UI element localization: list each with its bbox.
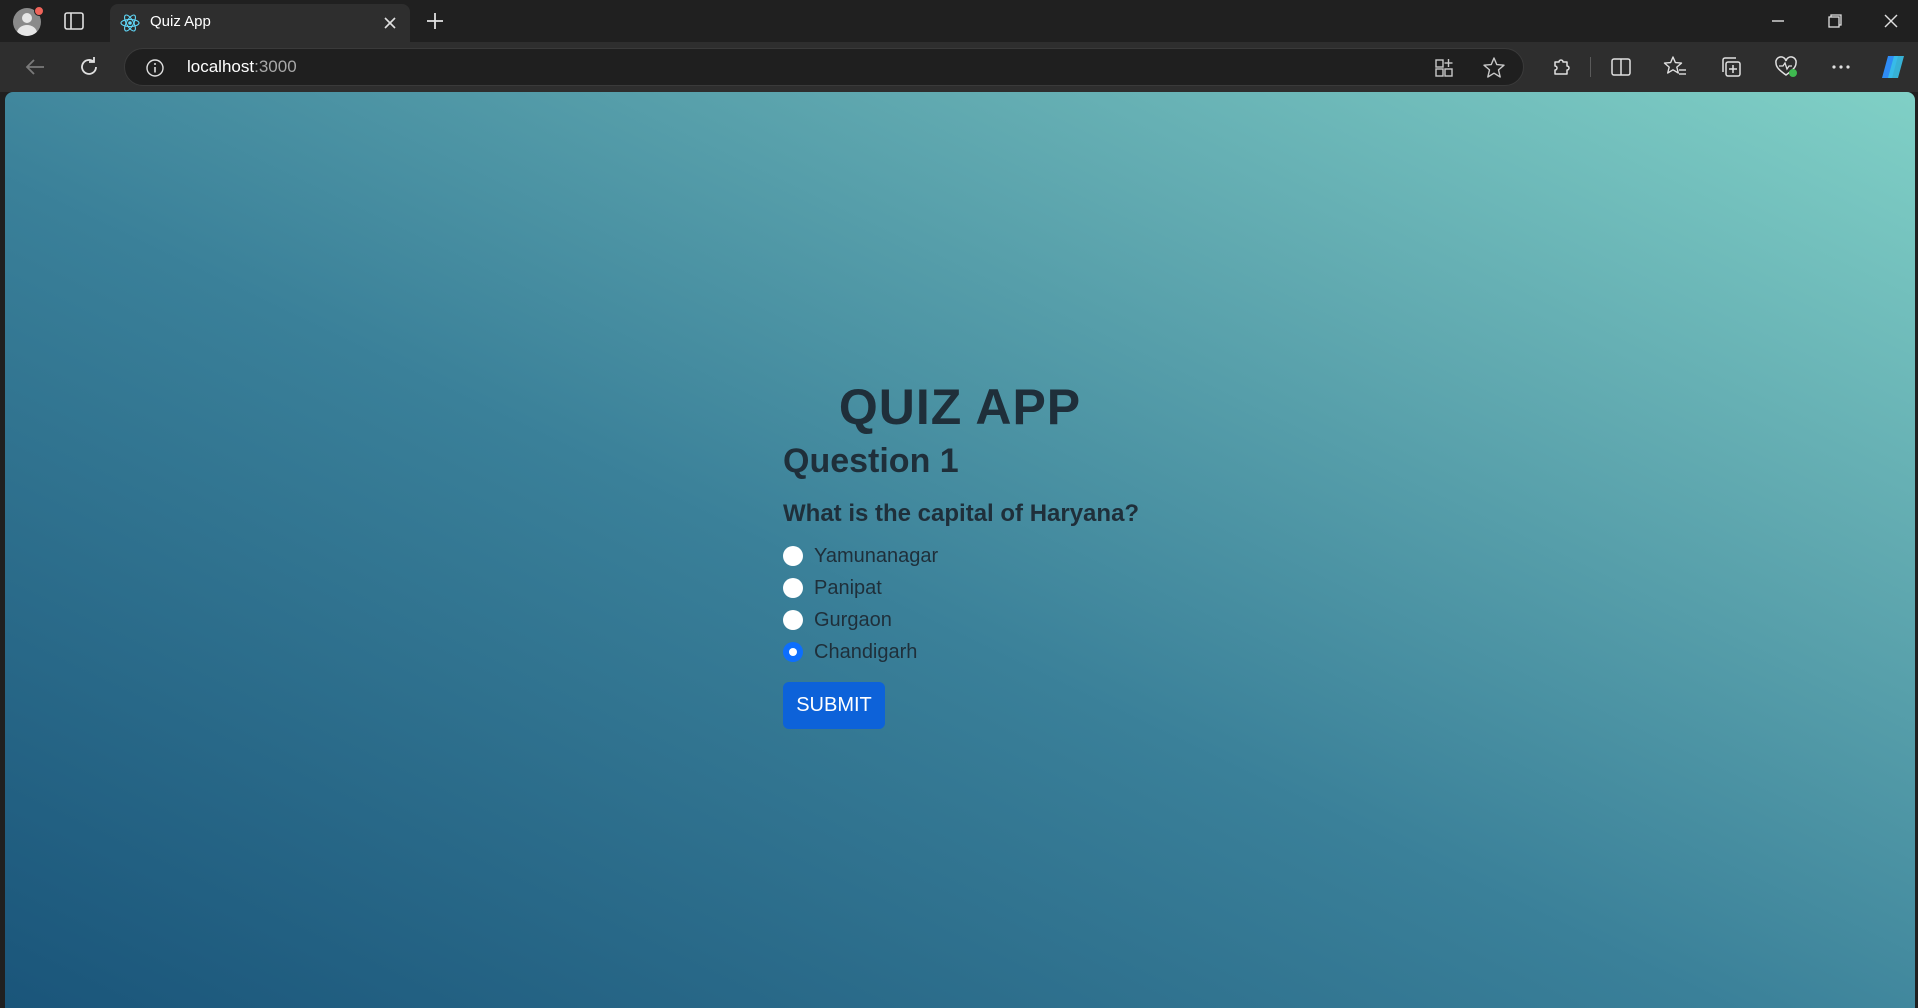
close-tab-icon[interactable] — [380, 13, 400, 33]
extensions-icon[interactable] — [1548, 54, 1574, 80]
option-yamunanagar[interactable]: Yamunanagar — [783, 540, 1383, 572]
more-options-icon[interactable] — [1828, 54, 1854, 80]
question-number: Question 1 — [783, 442, 959, 480]
quiz-card: Question 1 What is the capital of Haryan… — [783, 442, 1383, 729]
address-bar[interactable]: localhost:3000 — [124, 48, 1524, 86]
toolbar-separator — [1590, 57, 1591, 77]
split-screen-icon[interactable] — [1608, 54, 1634, 80]
tab-title: Quiz App — [150, 13, 211, 30]
minimize-icon[interactable] — [1766, 10, 1790, 32]
url-host: localhost — [187, 57, 255, 76]
collections-icon[interactable] — [1718, 54, 1744, 80]
question-text: What is the capital of Haryana? — [783, 500, 1140, 527]
submit-button[interactable]: SUBMIT — [783, 682, 885, 729]
radio-button[interactable] — [783, 578, 803, 598]
radio-button-selected[interactable] — [783, 642, 803, 662]
option-panipat[interactable]: Panipat — [783, 572, 1383, 604]
url-port: :3000 — [254, 57, 297, 76]
refresh-icon[interactable] — [76, 54, 102, 80]
tab-actions-icon[interactable] — [63, 11, 85, 31]
close-window-icon[interactable] — [1879, 10, 1903, 32]
option-chandigarh[interactable]: Chandigarh — [783, 636, 1383, 668]
app-title: QUIZ APP — [838, 379, 1082, 435]
browser-titlebar: Quiz App — [0, 0, 1918, 42]
option-label: Chandigarh — [814, 640, 918, 663]
favorites-icon[interactable] — [1662, 54, 1688, 80]
tab-quiz-app[interactable]: Quiz App — [110, 4, 410, 42]
app-grid-icon[interactable] — [1431, 55, 1457, 81]
radio-button[interactable] — [783, 546, 803, 566]
restore-icon[interactable] — [1822, 10, 1846, 32]
option-label: Panipat — [814, 576, 882, 599]
option-label: Yamunanagar — [814, 544, 939, 567]
option-gurgaon[interactable]: Gurgaon — [783, 604, 1383, 636]
url-text[interactable]: localhost:3000 — [187, 57, 297, 77]
arrow-left-icon[interactable] — [22, 54, 48, 80]
browser-essentials-icon[interactable] — [1773, 54, 1799, 80]
answer-options: Yamunanagar Panipat Gurgaon Chandigarh — [783, 540, 1383, 668]
star-icon[interactable] — [1481, 55, 1507, 81]
quiz-page: QUIZ APP Question 1 What is the capital … — [5, 92, 1915, 1008]
radio-button[interactable] — [783, 610, 803, 630]
option-label: Gurgaon — [814, 608, 892, 631]
new-tab-icon[interactable] — [424, 10, 446, 32]
react-icon — [120, 14, 140, 32]
notification-dot — [34, 6, 44, 16]
browser-toolbar: localhost:3000 — [0, 42, 1918, 92]
info-icon[interactable] — [145, 58, 165, 78]
copilot-icon[interactable] — [1878, 52, 1908, 82]
